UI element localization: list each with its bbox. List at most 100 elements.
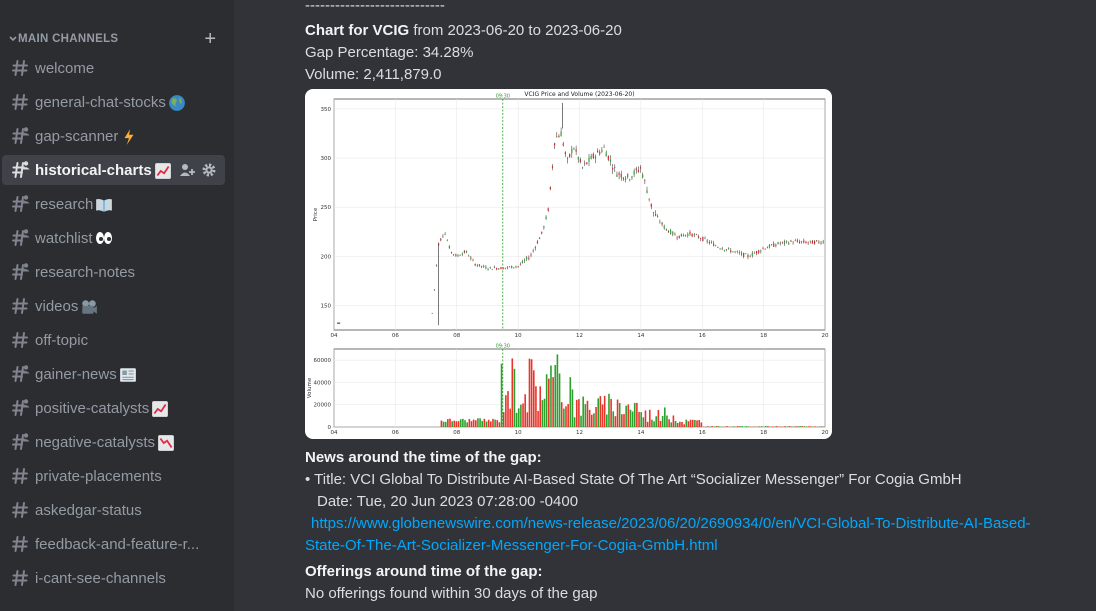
sidebar-item-historical-charts[interactable]: historical-charts — [2, 155, 225, 185]
create-invite-icon[interactable] — [179, 162, 195, 178]
price-candle — [792, 242, 794, 244]
price-candle — [813, 241, 816, 245]
price-x-tick-label: 12 — [576, 333, 583, 339]
sidebar-item-positive-catalysts[interactable]: positive-catalysts — [2, 393, 225, 423]
news-link-line1[interactable]: https://www.globenewswire.com/news-relea… — [311, 513, 1091, 535]
volume-bar — [642, 417, 645, 427]
price-candle — [657, 216, 659, 218]
volume-bar — [803, 426, 806, 427]
price-candle — [455, 254, 457, 257]
channel-hash-person-icon — [10, 228, 30, 248]
channel-hash-person-icon — [10, 432, 30, 452]
volume-x-tick-label: 06 — [392, 430, 399, 436]
price-candle — [511, 265, 513, 269]
sidebar-item-gainer-news[interactable]: gainer-news — [2, 359, 225, 389]
volume-bar — [571, 389, 574, 427]
channel-hash-icon — [10, 534, 30, 554]
channel-hash-person-icon — [10, 194, 30, 214]
price-candle — [678, 235, 680, 239]
sidebar-item-general-chat-stocks[interactable]: general-chat-stocks — [2, 87, 225, 117]
price-candle — [614, 166, 616, 168]
sidebar-item-private-placements[interactable]: private-placements — [2, 461, 225, 491]
volume-bar — [444, 421, 447, 427]
news-title: • Title: VCI Global To Distribute AI-Bas… — [305, 471, 962, 488]
volume-bar — [545, 374, 548, 427]
price-candle — [560, 131, 562, 137]
price-candle — [526, 257, 528, 260]
sidebar-item-askedgar-status[interactable]: askedgar-status — [2, 495, 225, 525]
volume-bar — [629, 409, 632, 427]
volume-bar — [610, 398, 612, 427]
price-candle — [618, 172, 620, 175]
price-y-tick-label: 150 — [321, 303, 332, 309]
sidebar-item-welcome[interactable]: welcome — [2, 53, 225, 83]
price-candle — [534, 246, 536, 249]
price-candle — [704, 238, 706, 239]
price-candle — [807, 242, 809, 244]
sidebar-item-gap-scanner[interactable]: gap-scanner — [2, 121, 225, 151]
price-candle — [622, 177, 624, 180]
volume-x-tick-label: 10 — [515, 430, 522, 436]
volume-bar — [507, 391, 509, 427]
price-candle — [609, 159, 612, 162]
volume-bar — [672, 415, 675, 427]
volume-bar — [464, 420, 466, 427]
price-candle — [723, 249, 725, 251]
sidebar-item-videos[interactable]: videos — [2, 291, 225, 321]
price-candle — [616, 174, 618, 177]
sidebar-item-i-cant-see-channels[interactable]: i-cant-see-channels — [2, 563, 225, 593]
price-candle — [730, 250, 732, 253]
channel-hash-person-icon — [10, 364, 30, 384]
chart-image[interactable]: VCIG Price and Volume (2023-06-20) 04 04 06… — [305, 89, 832, 439]
channel-name: i-cant-see-channels — [35, 569, 166, 587]
category-main-channels[interactable]: MAIN CHANNELS + — [8, 29, 224, 49]
price-candle — [706, 240, 708, 242]
chart-up-emoji-icon — [151, 400, 169, 417]
sidebar-item-research-notes[interactable]: research-notes — [2, 257, 225, 287]
volume-bar — [573, 417, 576, 427]
volume-bar — [543, 398, 546, 427]
price-candle — [760, 250, 762, 252]
volume-bar — [764, 426, 767, 427]
sidebar-item-research[interactable]: research — [2, 189, 225, 219]
volume-bar — [599, 396, 602, 427]
volume-bar — [616, 399, 619, 427]
price-candle — [500, 267, 502, 270]
price-candle — [633, 170, 635, 175]
volume-bar — [683, 424, 685, 427]
volume-marker-label: 09:30 — [496, 344, 510, 350]
price-candle — [629, 179, 631, 181]
volume-bar — [640, 412, 642, 427]
price-candle — [708, 241, 710, 244]
sidebar-item-feedback-and-feature-r[interactable]: feedback-and-feature-r... — [2, 529, 225, 559]
sidebar-item-negative-catalysts[interactable]: negative-catalysts — [2, 427, 225, 457]
gear-icon[interactable] — [201, 162, 217, 178]
volume-bar — [578, 399, 580, 427]
volume-bar — [814, 426, 816, 427]
volume-bar — [612, 411, 615, 427]
volume-y-tick-label: 20000 — [314, 403, 332, 409]
volume-x-tick-label: 20 — [822, 430, 829, 436]
plus-icon[interactable]: + — [204, 29, 216, 49]
volume-bar — [618, 402, 621, 427]
price-candle — [577, 157, 579, 160]
volume-bar — [717, 426, 720, 427]
news-link-line2[interactable]: State-Of-The-Art-Socializer-Messenger-Fo… — [305, 535, 1085, 557]
price-candle — [502, 267, 504, 270]
volume-bar — [455, 421, 458, 427]
price-candle — [631, 176, 633, 178]
sidebar-item-watchlist[interactable]: watchlist — [2, 223, 225, 253]
volume-bar — [586, 400, 589, 427]
channel-hash-icon — [10, 568, 30, 588]
volume-bar — [655, 416, 658, 427]
volume-bar — [805, 426, 808, 427]
price-y-axis-label: Price — [313, 207, 319, 221]
volume-bar — [466, 422, 468, 427]
price-y-tick-label: 200 — [321, 254, 332, 260]
globe-emoji-icon — [168, 94, 186, 111]
channel-name: off-topic — [35, 331, 89, 349]
volume-bar — [593, 413, 595, 427]
sidebar-item-off-topic[interactable]: off-topic — [2, 325, 225, 355]
price-candle — [646, 190, 648, 194]
price-candle — [728, 248, 730, 249]
